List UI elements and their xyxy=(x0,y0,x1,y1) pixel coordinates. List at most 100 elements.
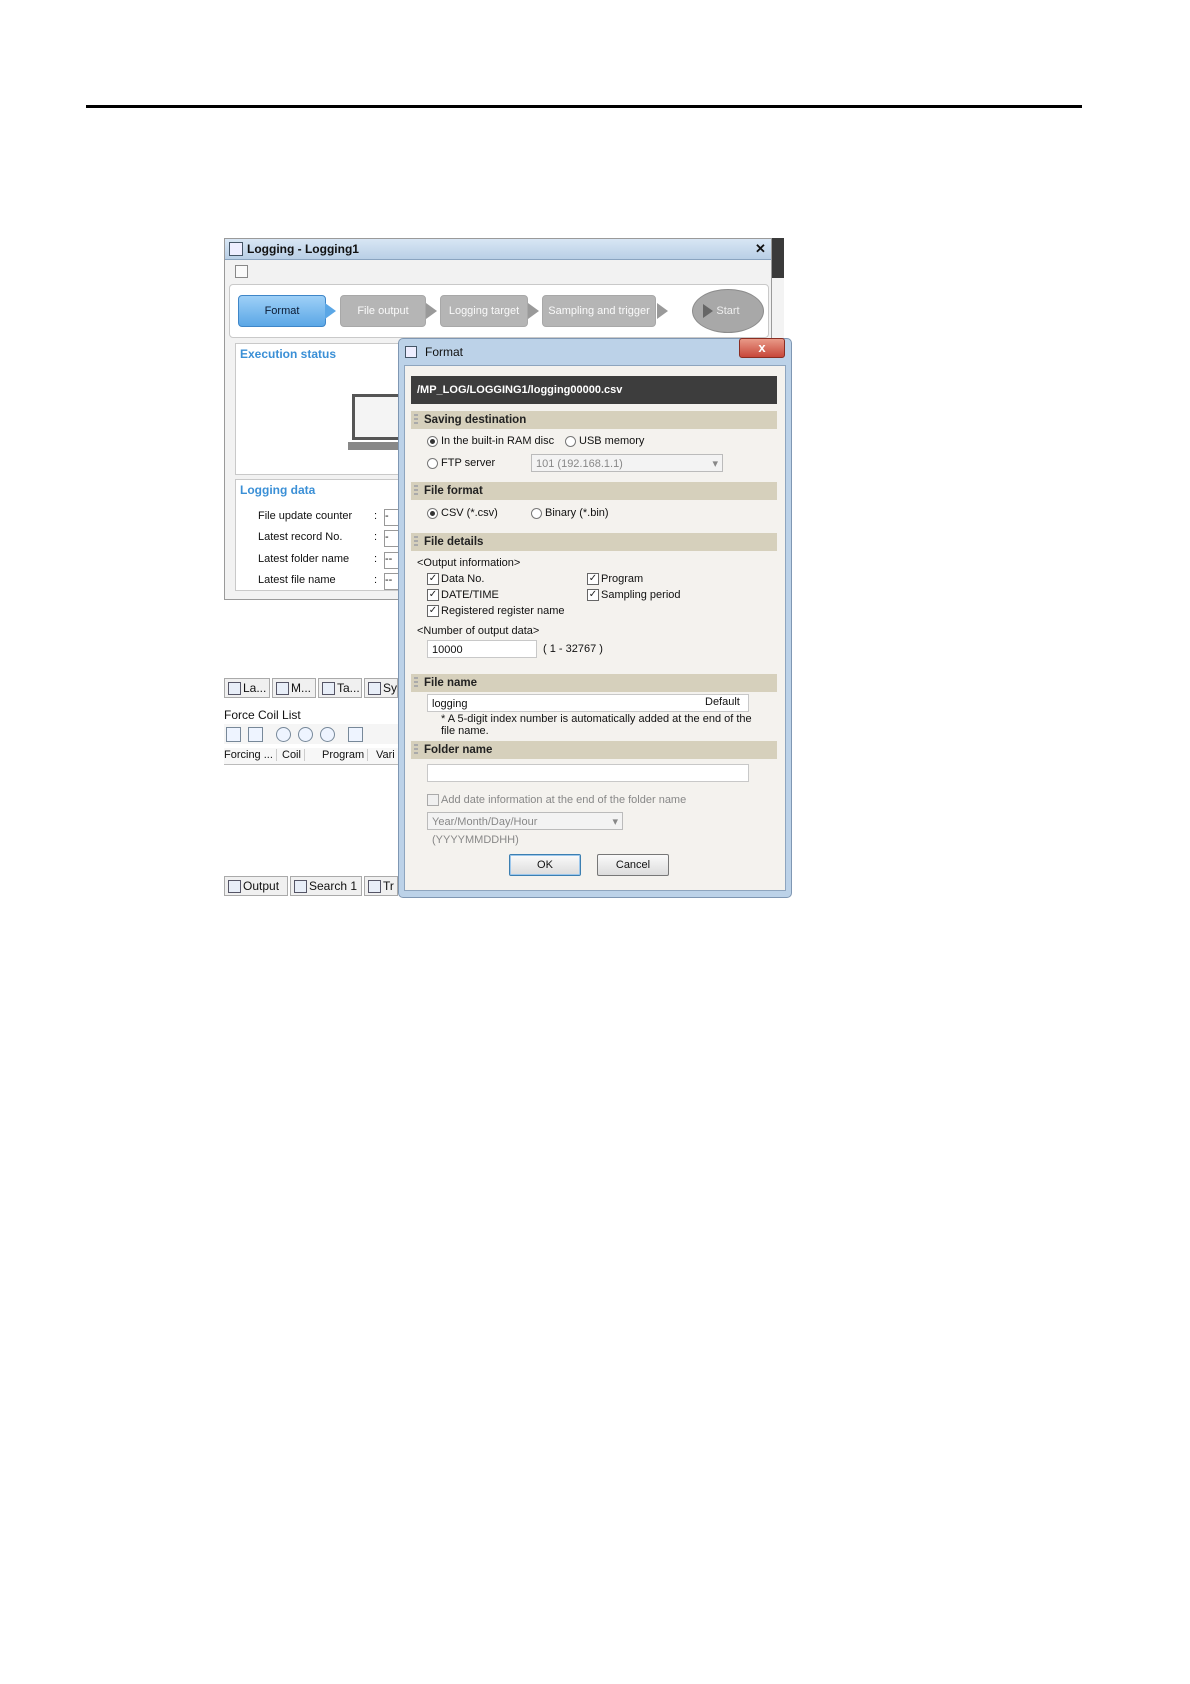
ram-disc-radio[interactable] xyxy=(427,436,438,447)
start-button[interactable]: Start xyxy=(692,289,764,333)
date-format-select[interactable]: Year/Month/Day/Hour (YYYYMMDDHH) xyxy=(427,812,623,846)
logging-data-heading: Logging data xyxy=(240,483,316,497)
program-label: Program xyxy=(601,573,644,585)
motion-icon xyxy=(276,682,289,695)
tab-label: La... xyxy=(243,681,267,695)
file-format-heading: File format xyxy=(411,482,777,500)
dialog-body: /MP_LOG/LOGGING1/logging00000.csv Saving… xyxy=(404,365,786,891)
background-window-edge-dark xyxy=(770,238,784,278)
number-output-label: <Number of output data> xyxy=(417,625,540,637)
ram-disc-label: In the built-in RAM disc xyxy=(441,435,555,447)
sampling-period-checkbox[interactable]: ✓ xyxy=(587,589,599,601)
folder-name-heading: Folder name xyxy=(411,741,777,759)
dialog-close-button[interactable]: x xyxy=(739,338,785,358)
output-information-label: <Output information> xyxy=(417,557,521,569)
tab-output[interactable]: Output xyxy=(224,876,288,896)
refresh-icon[interactable] xyxy=(248,727,263,742)
binoculars-icon xyxy=(294,880,307,893)
data-no-checkbox[interactable]: ✓ xyxy=(427,573,439,585)
coil-off-icon[interactable] xyxy=(320,727,335,742)
date-time-checkbox[interactable]: ✓ xyxy=(427,589,439,601)
binary-radio[interactable] xyxy=(531,508,542,519)
format-dialog: Format x /MP_LOG/LOGGING1/logging00000.c… xyxy=(398,338,792,898)
colon: : xyxy=(374,510,378,522)
coil-settings-icon[interactable] xyxy=(348,727,363,742)
page-top-rule xyxy=(86,105,1082,108)
dialog-title: Format xyxy=(425,345,464,359)
program-checkbox[interactable]: ✓ xyxy=(587,573,599,585)
data-no-label: Data No. xyxy=(441,573,485,585)
column-variable[interactable]: Vari xyxy=(376,749,399,761)
step-arrow-icon xyxy=(657,303,668,319)
logging-window-title: Logging - Logging1 xyxy=(247,242,359,256)
ftp-server-select[interactable]: 101 (192.168.1.1) xyxy=(531,454,723,473)
ok-button[interactable]: OK xyxy=(509,854,581,876)
execution-status-panel: Execution status xyxy=(235,343,418,475)
column-forcing[interactable]: Forcing ... xyxy=(224,749,277,761)
usb-memory-label: USB memory xyxy=(579,435,645,447)
system-icon xyxy=(368,682,381,695)
cancel-button[interactable]: Cancel xyxy=(597,854,669,876)
play-icon xyxy=(703,304,713,318)
registered-name-checkbox[interactable]: ✓ xyxy=(427,605,439,617)
number-output-range: ( 1 - 32767 ) xyxy=(543,643,603,655)
force-coil-table-header: Forcing ... Coil Program Vari xyxy=(224,748,404,765)
ladder-icon xyxy=(228,682,241,695)
csv-radio[interactable] xyxy=(427,508,438,519)
format-icon xyxy=(405,346,417,358)
tab-trace[interactable]: Tr xyxy=(364,876,398,896)
file-details-heading: File details xyxy=(411,533,777,551)
ftp-server-label: FTP server xyxy=(441,457,496,469)
logging-data-panel: Logging data File update counter : - Lat… xyxy=(235,479,417,591)
column-program[interactable]: Program xyxy=(322,749,369,761)
latest-record-label: Latest record No. xyxy=(258,531,343,543)
registered-name-label: Registered register name xyxy=(441,605,565,617)
step-arrow-icon xyxy=(528,303,539,319)
step-file-output[interactable]: File output xyxy=(340,295,426,327)
close-icon[interactable]: ✕ xyxy=(755,241,766,257)
trace-icon xyxy=(368,880,381,893)
step-logging-target[interactable]: Logging target xyxy=(440,295,528,327)
ftp-server-radio[interactable] xyxy=(427,458,438,469)
tab-label: Output xyxy=(243,879,280,893)
tab-motion[interactable]: M... xyxy=(272,678,316,698)
step-arrow-icon xyxy=(325,303,336,319)
number-output-input[interactable]: 10000 xyxy=(427,640,537,658)
step-format[interactable]: Format xyxy=(238,295,326,327)
table-icon xyxy=(322,682,335,695)
file-update-counter-label: File update counter xyxy=(258,510,353,522)
colon: : xyxy=(374,553,378,565)
tab-label: M... xyxy=(291,681,311,695)
tab-label: Tr xyxy=(383,879,394,893)
folder-name-input[interactable] xyxy=(427,764,749,782)
coil-icon[interactable] xyxy=(276,727,291,742)
tab-label: Sy xyxy=(383,681,398,695)
output-icon xyxy=(228,880,241,893)
csv-label: CSV (*.csv) xyxy=(441,507,498,519)
file-name-default-button[interactable]: Default xyxy=(705,696,740,708)
tab-system[interactable]: Sy xyxy=(364,678,398,698)
force-coil-toolbar xyxy=(224,724,404,744)
colon: : xyxy=(374,531,378,543)
usb-memory-radio[interactable] xyxy=(565,436,576,447)
toolbar-export-icon[interactable] xyxy=(235,265,248,278)
start-label: Start xyxy=(716,305,740,317)
binary-label: Binary (*.bin) xyxy=(545,507,609,519)
coil-on-icon[interactable] xyxy=(298,727,313,742)
tab-label: Search 1 xyxy=(309,879,358,893)
add-date-checkbox[interactable] xyxy=(427,794,439,806)
tab-search[interactable]: Search 1 xyxy=(290,876,362,896)
column-coil[interactable]: Coil xyxy=(282,749,305,761)
logging-window-titlebar: Logging - Logging1 ✕ xyxy=(225,239,771,260)
latest-file-label: Latest file name xyxy=(258,574,336,586)
step-sampling-trigger[interactable]: Sampling and trigger xyxy=(542,295,656,327)
execution-status-heading: Execution status xyxy=(240,347,337,361)
tab-ladder[interactable]: La... xyxy=(224,678,270,698)
add-coil-icon[interactable] xyxy=(226,727,241,742)
file-name-input[interactable]: logging xyxy=(427,694,749,712)
date-time-label: DATE/TIME xyxy=(441,589,499,601)
file-name-note-line1: * A 5-digit index number is automaticall… xyxy=(441,713,752,725)
step-arrow-icon xyxy=(426,303,437,319)
add-date-label: Add date information at the end of the f… xyxy=(441,794,687,806)
tab-table[interactable]: Ta... xyxy=(318,678,362,698)
